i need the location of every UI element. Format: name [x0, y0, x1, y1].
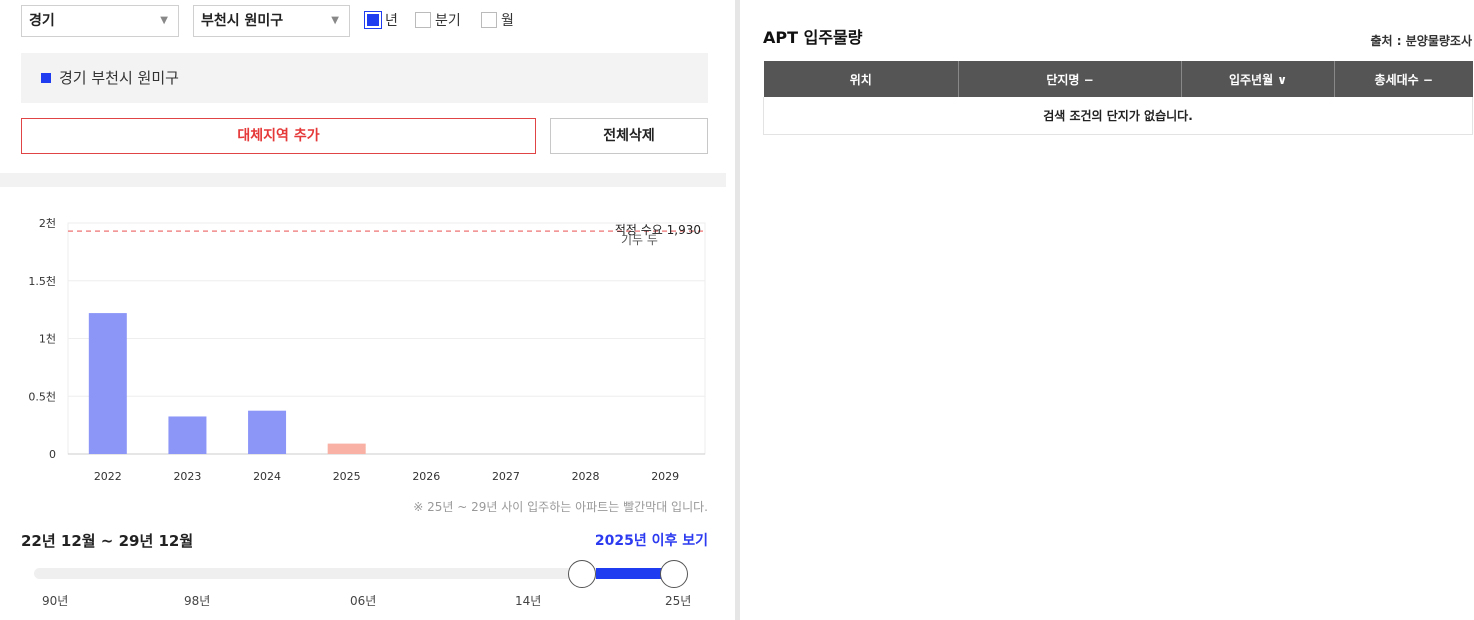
- checkbox-checked-icon: [364, 11, 382, 29]
- bar-2024: [248, 410, 287, 454]
- right-panel: APT 입주물량 출처 : 분양물량조사 위치 단지명 − 입주년월 ∨ 총세대…: [740, 0, 1474, 620]
- province-select-value: 경기: [29, 13, 55, 29]
- empty-message: 검색 조건의 단지가 없습니다.: [763, 97, 1473, 135]
- add-region-button[interactable]: 대체지역 추가: [21, 118, 536, 154]
- checkbox-empty-icon: [481, 12, 497, 28]
- x-tick-label: 2028: [572, 470, 600, 483]
- bar-2025: [327, 443, 366, 454]
- slider-label: 14년: [515, 594, 542, 608]
- clear-all-button[interactable]: 전체삭제: [550, 118, 708, 154]
- selected-region-row: 경기 부천시 원미구: [21, 53, 708, 103]
- period-month-label: 월: [501, 13, 514, 29]
- y-axis-ticks: 0 0.5천 1천 1.5천 2천: [28, 216, 56, 461]
- period-year-label: 년: [385, 13, 398, 29]
- column-header-total-households[interactable]: 총세대수 −: [1334, 61, 1473, 97]
- table-row: 검색 조건의 단지가 없습니다.: [763, 97, 1473, 135]
- y-tick-label: 2천: [39, 216, 56, 230]
- x-tick-label: 2023: [173, 470, 201, 483]
- data-source: 출처 : 분양물량조사: [1370, 34, 1472, 48]
- chart-bars: [88, 313, 366, 454]
- reference-line-group: 기두 두적정 수요 1,930: [68, 223, 705, 247]
- supply-bar-chart: 00.5천1천1.5천2천 2022 2023 2024 2025 2026 2027 20…: [28, 216, 706, 483]
- y-tick-label: 1.5천: [28, 274, 56, 288]
- chart-grid: [67, 222, 706, 455]
- y-tick-label: 1천: [39, 332, 56, 346]
- x-tick-label: 2024: [253, 470, 281, 483]
- y-tick-label: 0.5천: [28, 389, 56, 403]
- x-tick-label: 2022: [94, 470, 122, 483]
- x-tick-label: 2027: [492, 470, 520, 483]
- bar-2022: [88, 313, 127, 454]
- reference-line-label: 적정 수요 1,930: [615, 223, 701, 237]
- column-header-move-in-date[interactable]: 입주년월 ∨: [1181, 61, 1335, 97]
- column-header-location[interactable]: 위치: [763, 61, 959, 97]
- slider-label: 98년: [184, 594, 211, 608]
- chevron-down-icon: ▼: [331, 15, 339, 26]
- range-slider-start-handle[interactable]: [568, 560, 597, 588]
- x-axis-ticks: 2022 2023 2024 2025 2026 2027 2028 2029: [94, 470, 679, 483]
- apt-table: 위치 단지명 − 입주년월 ∨ 총세대수 − 검색 조건의 단지가 없습니다.: [763, 61, 1473, 135]
- column-header-complex-name[interactable]: 단지명 −: [958, 61, 1182, 97]
- selected-region-label: 경기 부천시 원미구: [59, 69, 179, 87]
- x-tick-label: 2025: [333, 470, 361, 483]
- y-tick-label: 0: [49, 448, 56, 461]
- bar-2023: [168, 416, 207, 454]
- section-divider: [0, 173, 726, 187]
- slider-label: 06년: [350, 594, 377, 608]
- chevron-down-icon: ▼: [160, 15, 168, 26]
- left-panel: 경기 ▼ 부천시 원미구 ▼ 년 분기 월 경기 부천시 원미구 대체지역 추가…: [0, 0, 728, 620]
- legend-square-icon: [41, 73, 51, 83]
- period-year-checkbox[interactable]: 년: [364, 11, 398, 30]
- period-quarter-checkbox[interactable]: 분기: [415, 12, 461, 30]
- period-quarter-label: 분기: [435, 13, 461, 29]
- province-select[interactable]: 경기 ▼: [21, 5, 179, 37]
- slider-label: 90년: [42, 594, 69, 608]
- range-slider-end-handle[interactable]: [660, 560, 688, 588]
- period-month-checkbox[interactable]: 월: [481, 12, 514, 30]
- checkbox-empty-icon: [415, 12, 431, 28]
- table-header-row: 위치 단지명 − 입주년월 ∨ 총세대수 −: [763, 61, 1473, 97]
- slider-label: 25년: [665, 594, 692, 608]
- chart-note: ※ 25년 ~ 29년 사이 입주하는 아파트는 빨간막대 입니다.: [413, 500, 708, 514]
- apt-title: APT 입주물량: [763, 28, 863, 47]
- view-after-2025-link[interactable]: 2025년 이후 보기: [595, 530, 708, 550]
- period-range-label: 22년 12월 ~ 29년 12월: [21, 532, 194, 550]
- district-select[interactable]: 부천시 원미구 ▼: [193, 5, 350, 37]
- x-tick-label: 2029: [651, 470, 679, 483]
- x-tick-label: 2026: [412, 470, 440, 483]
- district-select-value: 부천시 원미구: [201, 13, 284, 29]
